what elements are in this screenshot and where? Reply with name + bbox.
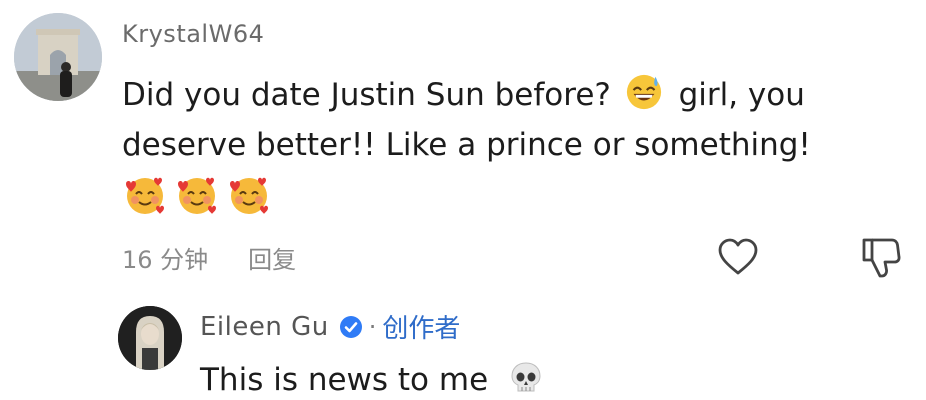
skull-emoji xyxy=(511,362,541,392)
creator-badge: 创作者 xyxy=(382,314,461,344)
heart-outline-icon xyxy=(718,238,758,275)
comment-line-1: Did you date Justin Sun before? girl, yo… xyxy=(122,70,882,120)
reply-avatar[interactable] xyxy=(118,306,182,370)
comment-meta: 16 分钟 回复 xyxy=(122,240,296,275)
smiling-face-with-hearts-emoji xyxy=(230,177,268,214)
grinning-sweat-emoji xyxy=(626,74,661,110)
reply-text: This is news to me xyxy=(200,362,489,398)
comment-timestamp: 16 分钟 xyxy=(122,246,209,274)
comment-text-part: girl, you xyxy=(678,77,805,113)
reply-username[interactable]: Eileen Gu xyxy=(200,312,329,342)
verified-check-icon xyxy=(339,315,362,338)
comment-text-part: Did you date Justin Sun before? xyxy=(122,77,611,113)
dislike-button[interactable] xyxy=(858,234,904,280)
avatar-photo xyxy=(14,13,102,101)
emoji-row xyxy=(122,172,272,218)
comment-thread: KrystalW64 Did you date Justin Sun befor… xyxy=(0,0,926,400)
reply-header: Eileen Gu · 创作者 xyxy=(200,308,460,345)
reply-button[interactable]: 回复 xyxy=(248,240,296,275)
separator-dot: · xyxy=(368,312,377,341)
reply-avatar-photo xyxy=(118,306,182,370)
avatar[interactable] xyxy=(14,13,102,101)
smiling-face-with-hearts-emoji xyxy=(126,177,164,214)
comment-username[interactable]: KrystalW64 xyxy=(122,20,264,48)
comment-body: Did you date Justin Sun before? girl, yo… xyxy=(122,70,882,170)
smiling-face-with-hearts-emoji xyxy=(178,177,216,214)
like-button[interactable] xyxy=(716,236,760,280)
reply-body: This is news to me xyxy=(200,360,544,398)
comment-line-2: deserve better!! Like a prince or someth… xyxy=(122,127,811,163)
thumbs-down-outline-icon xyxy=(862,238,901,278)
